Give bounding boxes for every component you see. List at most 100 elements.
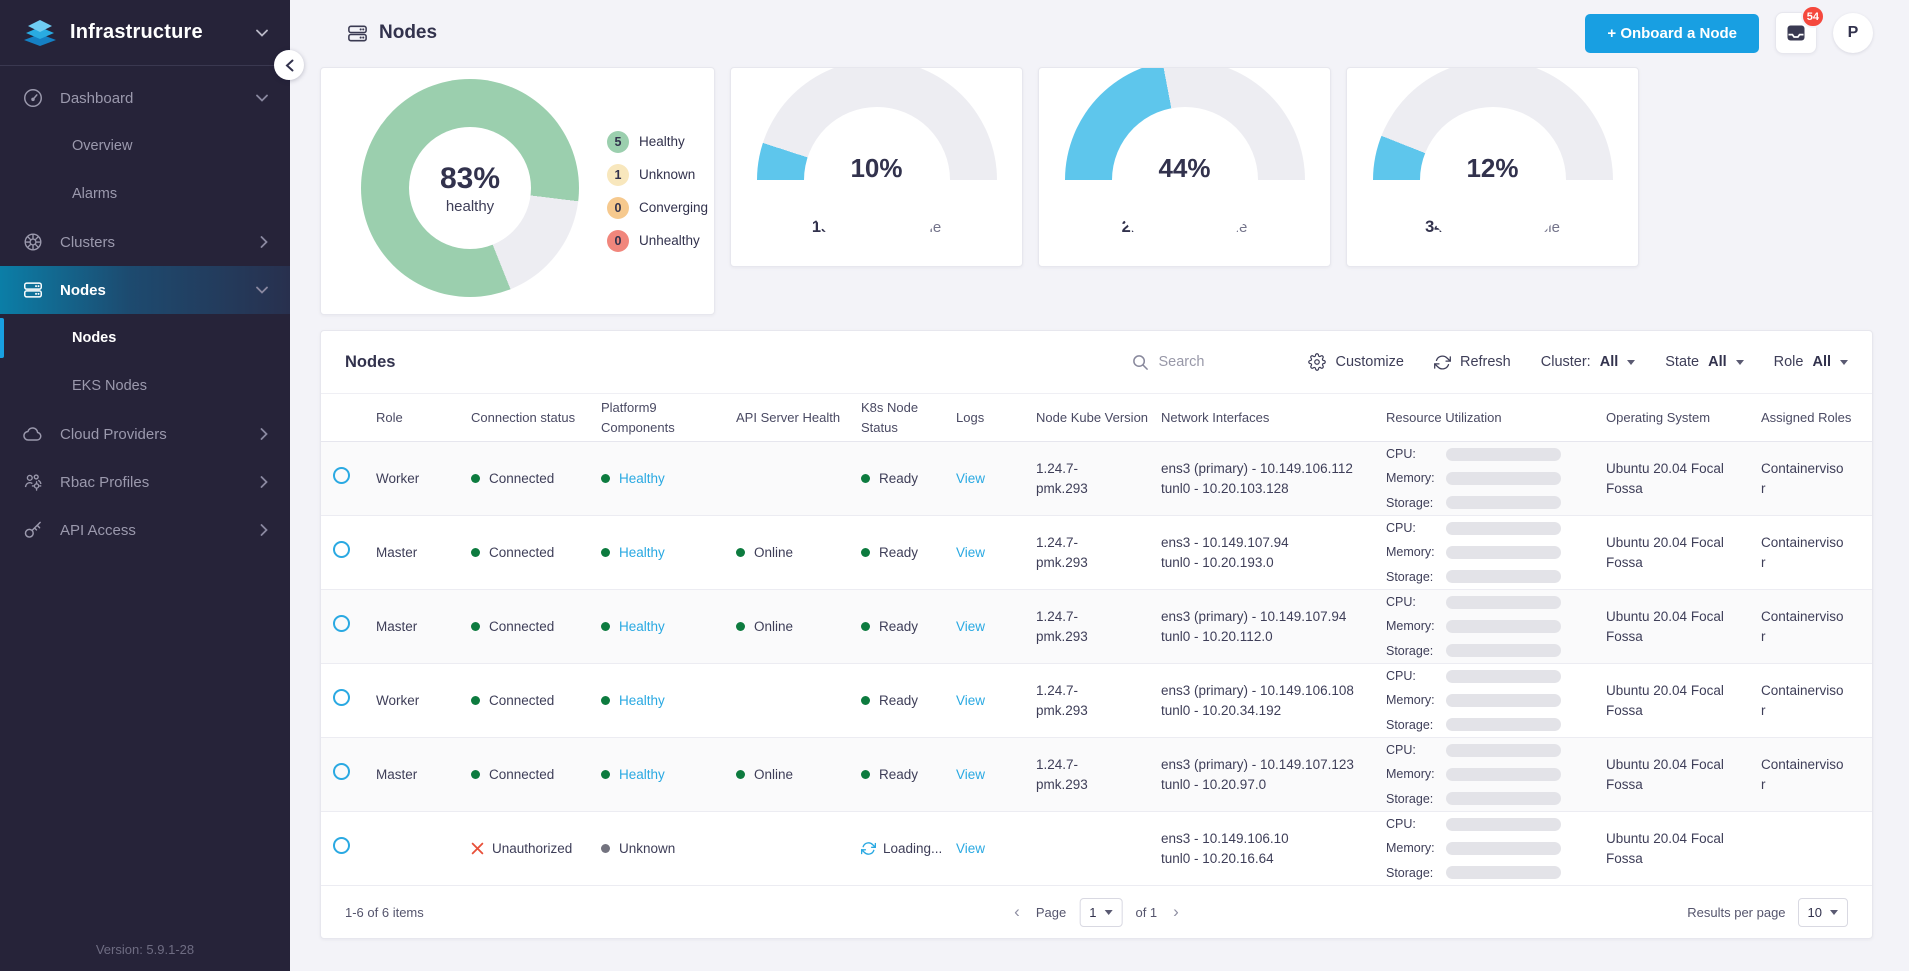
util-label: CPU: [1386,815,1446,833]
chevron-right-icon [260,476,268,488]
connection-status-cell: Connected [471,664,601,738]
results-per-page-label: Results per page [1687,905,1785,920]
util-label: Memory: [1386,765,1446,783]
table-row: UnauthorizedUnknownLoading...Viewens3 - … [321,812,1873,886]
summary-cards-row: 83% healthy 5Healthy1Unknown0Converging0… [320,67,1873,315]
table-header-row: RoleConnection statusPlatform9 Component… [321,394,1873,442]
sidebar-header[interactable]: Infrastructure [0,0,290,66]
api-server-status-text: Online [754,765,793,785]
network-interface: ens3 (primary) - 10.149.106.108 [1161,681,1376,701]
kube-version-cell: 1.24.7-pmk.293 [1036,590,1161,664]
sidebar-item-label: Nodes [72,330,268,346]
status-dot [861,770,870,779]
role-filter[interactable]: Role All [1774,354,1848,370]
view-logs-link[interactable]: View [956,545,985,560]
chevron-down-icon[interactable] [256,29,268,37]
sidebar-item-eks-nodes[interactable]: EKS Nodes [0,362,290,410]
kube-version-cell: 1.24.7-pmk.293 [1036,442,1161,516]
avatar[interactable]: P [1833,13,1873,53]
util-label: Memory: [1386,617,1446,635]
connection-status-text: Connected [489,765,554,785]
util-label: Storage: [1386,494,1446,512]
previous-page-button[interactable]: ‹ [1011,902,1023,922]
k8s-node-status-cell: Ready [861,664,956,738]
sidebar-item-alarms[interactable]: Alarms [0,170,290,218]
state-filter[interactable]: State All [1665,354,1743,370]
sidebar-item-nodes[interactable]: Nodes [0,314,290,362]
sidebar-item-cloud-providers[interactable]: Cloud Providers [0,410,290,458]
sidebar-item-clusters[interactable]: Clusters [0,218,290,266]
role-cell [376,812,471,886]
sidebar-item-label: Dashboard [60,90,256,107]
util-label: Memory: [1386,469,1446,487]
util-label: Storage: [1386,790,1446,808]
column-header-node-kube-version: Node Kube Version [1036,394,1161,442]
app-title: Infrastructure [70,21,203,44]
row-radio-button[interactable] [333,541,350,558]
platform9-status-text: Healthy [619,765,665,785]
sidebar: Infrastructure Dashboard Overview Alarms Cl… [0,0,290,971]
row-radio-button[interactable] [333,837,350,854]
util-bar [1446,448,1561,461]
sidebar-collapse-button[interactable] [274,50,304,80]
sidebar-item-label: Alarms [72,186,268,202]
donut-center: 83% healthy [409,127,531,249]
row-radio-button[interactable] [333,689,350,706]
resource-utilization-cell: CPU:Memory:Storage: [1386,738,1606,812]
gauge-percent: 44% [1065,153,1305,184]
resource-utilization-cell: CPU:Memory:Storage: [1386,516,1606,590]
storage-gauge-chart: 12% [1373,67,1613,180]
kube-version-cell: 1.24.7-pmk.293 [1036,738,1161,812]
k8s-status-text: Ready [879,543,918,563]
onboard-a-node-button[interactable]: + Onboard a Node [1585,14,1759,53]
k8s-status-text: Ready [879,765,918,785]
view-logs-link[interactable]: View [956,841,985,856]
api-server-health-cell: Online [736,590,861,664]
donut-center-label: healthy [446,198,494,215]
notifications-button[interactable]: 54 [1775,12,1817,54]
operating-system-cell: Ubuntu 20.04 Focal Fossa [1606,590,1761,664]
network-interfaces-cell: ens3 (primary) - 10.149.107.123tunl0 - 1… [1161,738,1386,812]
sidebar-item-overview[interactable]: Overview [0,122,290,170]
platform9-status-text: Healthy [619,469,665,489]
results-per-page-select[interactable]: 10 [1798,898,1848,927]
row-radio-button[interactable] [333,467,350,484]
util-label: Storage: [1386,716,1446,734]
search-input[interactable] [1158,354,1278,370]
status-dot [471,474,480,483]
caret-down-icon [1104,910,1112,915]
x-icon [471,842,484,855]
row-radio-button[interactable] [333,763,350,780]
sidebar-item-nodes[interactable]: Nodes [0,266,290,314]
customize-button[interactable]: Customize [1308,353,1404,371]
network-interfaces-cell: ens3 - 10.149.106.10tunl0 - 10.20.16.64 [1161,812,1386,886]
assigned-roles-cell: Containervisor [1761,442,1873,516]
api-server-health-cell [736,442,861,516]
gauge-percent: 10% [757,153,997,184]
operating-system-cell: Ubuntu 20.04 Focal Fossa [1606,738,1761,812]
next-page-button[interactable]: › [1170,902,1182,922]
row-radio-button[interactable] [333,615,350,632]
legend-count-badge: 5 [607,131,629,153]
sidebar-item-label: Rbac Profiles [60,474,260,491]
refresh-button[interactable]: Refresh [1434,354,1511,371]
topbar: Nodes + Onboard a Node 54 P [290,0,1909,66]
view-logs-link[interactable]: View [956,693,985,708]
operating-system-cell: Ubuntu 20.04 Focal Fossa [1606,812,1761,886]
sidebar-item-dashboard[interactable]: Dashboard [0,74,290,122]
cluster-filter[interactable]: Cluster: All [1541,354,1636,370]
sidebar-item-rbac-profiles[interactable]: Rbac Profiles [0,458,290,506]
page-select[interactable]: 1 [1079,898,1122,927]
chevron-right-icon [260,524,268,536]
platform9-status-text: Unknown [619,839,675,859]
caret-down-icon [1627,360,1635,365]
view-logs-link[interactable]: View [956,767,985,782]
network-interface: ens3 - 10.149.106.10 [1161,829,1376,849]
network-interface: tunl0 - 10.20.112.0 [1161,627,1376,647]
api-server-health-cell [736,812,861,886]
select-column-header [321,394,376,442]
sidebar-item-api-access[interactable]: API Access [0,506,290,554]
view-logs-link[interactable]: View [956,471,985,486]
view-logs-link[interactable]: View [956,619,985,634]
platform9-components-cell: Healthy [601,664,736,738]
